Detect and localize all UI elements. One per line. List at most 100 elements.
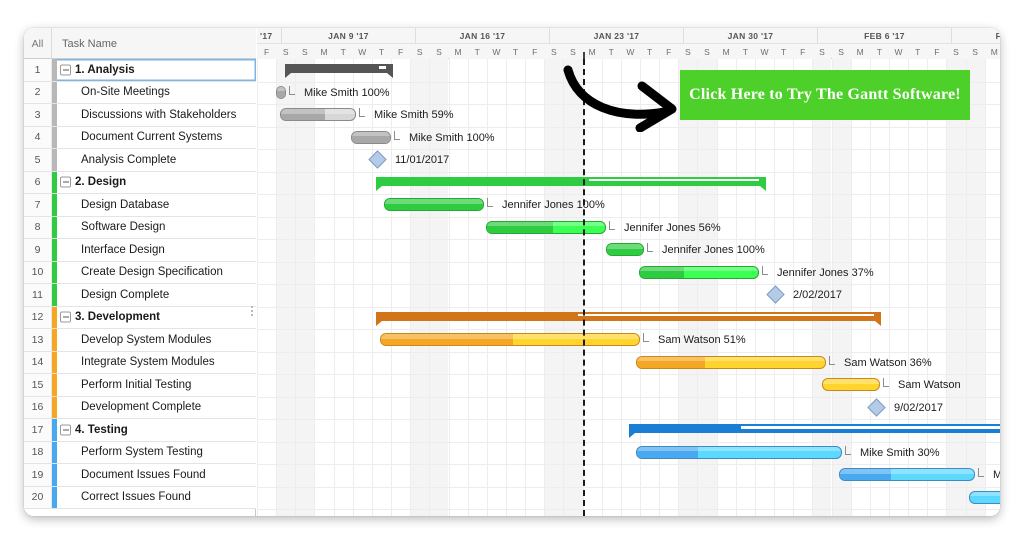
task-row-20[interactable]: 20Correct Issues Found [24,487,256,510]
task-bar-row-3[interactable] [280,108,356,121]
task-group-color-stripe [52,374,57,396]
timeline-gridline-horizontal [257,442,1000,443]
task-row-number: 5 [24,149,52,171]
task-row-3[interactable]: 3Discussions with Stakeholders [24,104,256,127]
task-bar-gloss [637,357,825,362]
task-grid-pane: All Task Name 11. Analysis2 On-Site Meeti… [24,28,256,516]
task-row-7[interactable]: 7Design Database [24,194,256,217]
summary-bar-row-12[interactable] [376,312,881,321]
task-grid-header: All Task Name [24,28,256,59]
task-bar-row-7[interactable] [384,198,484,211]
task-bar-row-20[interactable] [969,491,1000,504]
task-bar-row-9[interactable] [606,243,644,256]
task-group-color-stripe [52,464,57,486]
timeline-day-header: S [429,44,448,59]
task-bar-gloss [637,447,841,452]
task-bar-row-18[interactable] [636,446,842,459]
task-bar-gloss [281,109,355,114]
task-group-color-stripe [52,397,57,419]
weekend-column-shade [946,59,965,516]
splitter-handle[interactable] [251,304,255,318]
summary-bar-row-17[interactable] [629,424,1000,433]
timeline-day-header: S [697,44,716,59]
weekend-column-shade [295,59,314,516]
task-row-5[interactable]: 5Analysis Complete [24,149,256,172]
task-bar-gloss [381,334,639,339]
task-grid-rows: 11. Analysis2 On-Site Meetings3Discussion… [24,59,256,516]
dependency-link-elbow [883,378,889,387]
timeline-gridline-vertical [487,59,488,516]
timeline-day-header: M [314,44,333,59]
timeline-day-header: M [985,44,1000,59]
timeline-day-header: S [678,44,697,59]
task-row-6[interactable]: 62. Design [24,172,256,195]
task-row-15[interactable]: 15Perform Initial Testing [24,374,256,397]
summary-bar-row-6[interactable] [376,177,766,186]
collapse-minus-icon[interactable] [60,312,71,323]
task-row-11[interactable]: 11Design Complete [24,284,256,307]
dependency-link-elbow [394,131,400,140]
timeline-month-header: FEB 6 '17 [818,28,952,44]
task-bar-row-19[interactable] [839,468,975,481]
task-row-13[interactable]: 13Develop System Modules [24,329,256,352]
collapse-minus-icon[interactable] [60,424,71,435]
milestone-diamond-row-11[interactable] [766,285,784,303]
task-bar-row-4[interactable] [351,131,391,144]
collapse-minus-icon[interactable] [60,64,71,75]
task-row-18[interactable]: 18Perform System Testing [24,442,256,465]
collapse-minus-icon[interactable] [60,177,71,188]
timeline-gridline-vertical [372,59,373,516]
summary-cap-right [760,186,766,191]
task-row-8[interactable]: 8Software Design [24,217,256,240]
column-header-task-name[interactable]: Task Name [52,28,117,59]
task-row-16[interactable]: 16Development Complete [24,397,256,420]
task-row-14[interactable]: 14Integrate System Modules [24,352,256,375]
timeline-gridline-horizontal [257,329,1000,330]
task-bar-resource-label: Mike Smith 100% [304,87,390,100]
task-name-label: Discussions with Stakeholders [81,104,236,126]
task-row-number: 10 [24,262,52,284]
timeline-day-header: T [372,44,391,59]
task-bar-row-2[interactable] [276,86,286,99]
summary-cap-right [875,321,881,326]
timeline-day-header: T [506,44,525,59]
timeline-gridline-vertical [544,59,545,516]
task-row-12[interactable]: 123. Development [24,307,256,330]
cta-banner-button[interactable]: Click Here to Try The Gantt Software! [680,70,970,120]
task-group-color-stripe [52,104,57,126]
timeline-day-header: F [257,44,276,59]
task-row-number: 9 [24,239,52,261]
timeline-gridline-horizontal [257,239,1000,240]
task-name-label: 4. Testing [75,419,128,441]
column-header-all[interactable]: All [24,28,52,59]
summary-bar-body [285,64,393,73]
task-bar-row-15[interactable] [822,378,880,391]
task-row-2[interactable]: 2 On-Site Meetings [24,82,256,105]
task-bar-resource-label: Mike Smith 59% [374,109,453,122]
timeline-day-header: W [889,44,908,59]
task-row-number: 19 [24,464,52,486]
timeline-gridline-vertical [946,59,947,516]
timeline-day-header: S [276,44,295,59]
timeline-day-header: W [487,44,506,59]
task-row-10[interactable]: 10Create Design Specification [24,262,256,285]
task-row-number: 2 [24,82,52,104]
task-name-label: On-Site Meetings [81,82,170,104]
dependency-link-elbow [845,446,851,455]
timeline-gridline-vertical [429,59,430,516]
task-row-number: 16 [24,397,52,419]
task-row-17[interactable]: 174. Testing [24,419,256,442]
task-row-9[interactable]: 9Interface Design [24,239,256,262]
summary-bar-row-1[interactable] [285,64,393,73]
task-bar-row-10[interactable] [639,266,759,279]
timeline-day-header: M [583,44,602,59]
task-row-1[interactable]: 11. Analysis [24,59,256,82]
task-group-color-stripe [52,194,57,216]
task-bar-row-14[interactable] [636,356,826,369]
task-bar-row-13[interactable] [380,333,640,346]
task-row-19[interactable]: 19Document Issues Found [24,464,256,487]
task-bar-row-8[interactable] [486,221,606,234]
task-row-4[interactable]: 4Document Current Systems [24,127,256,150]
task-row-number: 20 [24,487,52,509]
timeline-gridline-horizontal [257,487,1000,488]
